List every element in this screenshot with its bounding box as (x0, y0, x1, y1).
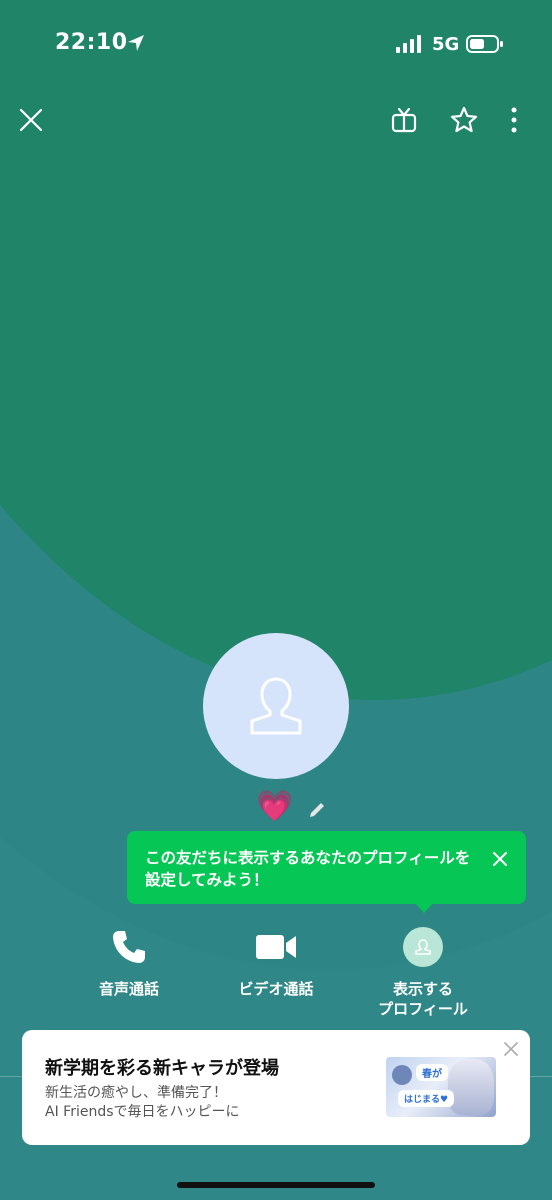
star-icon (450, 106, 478, 133)
heart-emoji: 💗 (256, 789, 294, 824)
display-profile-label-line1: 表示する (392, 980, 453, 998)
home-indicator (177, 1182, 375, 1188)
pencil-icon[interactable] (307, 800, 327, 820)
close-icon (19, 108, 43, 132)
tooltip-text: この友だちに表示するあなたのプロフィールを設定してみよう！ (145, 849, 471, 889)
more-vertical-icon (511, 107, 517, 133)
phone-icon (113, 931, 145, 963)
character-avatar (392, 1065, 412, 1085)
signal-icon (396, 35, 421, 53)
voice-call-button[interactable]: 音声通話 (54, 925, 204, 999)
person-placeholder-icon (250, 677, 302, 735)
ad-thumbnail: 春が はじまる♥ (386, 1057, 496, 1117)
status-time: 22:10 (55, 30, 128, 55)
close-icon[interactable] (490, 849, 510, 869)
ad-line2: AI Friendsで毎日をハッピーに (45, 1104, 240, 1120)
voice-call-label: 音声通話 (98, 980, 159, 998)
network-type: 5G (432, 34, 460, 55)
thumb-text-1: 春が (416, 1064, 448, 1081)
tooltip-arrow (415, 903, 433, 913)
close-icon[interactable] (502, 1040, 520, 1058)
close-button[interactable] (11, 100, 51, 140)
status-message-row: 💗 (256, 792, 327, 822)
profile-avatar[interactable] (203, 633, 349, 779)
profile-icon (403, 927, 443, 967)
character-illustration (448, 1059, 494, 1115)
ad-title: 新学期を彩る新キャラが登場 (45, 1058, 279, 1079)
location-arrow-icon (128, 35, 144, 51)
favorite-button[interactable] (444, 100, 484, 140)
battery-icon (466, 35, 503, 53)
display-profile-label-line2: プロフィール (378, 1000, 468, 1018)
status-bar: 22:10 5G (0, 0, 552, 90)
gift-box-icon (391, 107, 417, 133)
thumb-text-2: はじまる♥ (398, 1090, 455, 1107)
more-options-button[interactable] (494, 100, 534, 140)
profile-background (0, 0, 552, 1200)
display-profile-button[interactable]: 表示する プロフィール (348, 925, 498, 1019)
video-call-label: ビデオ通話 (238, 980, 314, 998)
video-camera-icon (256, 935, 296, 959)
ad-banner[interactable]: 新学期を彩る新キャラが登場 新生活の癒やし、準備完了！ AI Friendsで毎… (22, 1030, 530, 1145)
video-call-button[interactable]: ビデオ通話 (201, 925, 351, 999)
ad-line1: 新生活の癒やし、準備完了！ (45, 1085, 227, 1101)
profile-tip-tooltip: この友だちに表示するあなたのプロフィールを設定してみよう！ (127, 831, 526, 913)
gift-button[interactable] (384, 100, 424, 140)
ad-description: 新生活の癒やし、準備完了！ AI Friendsで毎日をハッピーに (45, 1084, 240, 1122)
